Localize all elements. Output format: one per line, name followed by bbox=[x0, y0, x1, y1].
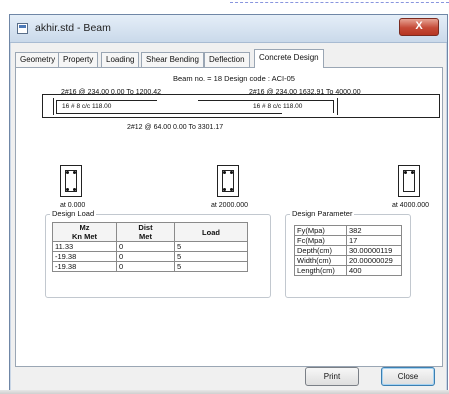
section-label-2000: at 2000.000 bbox=[211, 202, 248, 209]
cell-dist: 0 bbox=[116, 251, 175, 262]
section-at-4000 bbox=[398, 165, 420, 197]
param-name: Fy(Mpa) bbox=[294, 225, 347, 236]
title-bar: akhir.std - Beam X bbox=[10, 15, 447, 43]
taskbar-edge bbox=[0, 390, 449, 394]
cell-mz: 11.33 bbox=[52, 241, 117, 252]
beam-header: Beam no. = 18 Design code : ACI-05 bbox=[173, 74, 295, 83]
param-name: Depth(cm) bbox=[294, 245, 347, 256]
table-row: Fc(Mpa) 17 bbox=[294, 235, 402, 246]
table-row[interactable]: 11.33 0 5 bbox=[52, 241, 248, 252]
section-label-0: at 0.000 bbox=[60, 202, 86, 209]
table-row: Width(cm) 20.00000029 bbox=[294, 255, 402, 266]
window-title: akhir.std - Beam bbox=[35, 22, 111, 34]
table-row[interactable]: -19.38 0 5 bbox=[52, 251, 248, 262]
tab-shear-bending[interactable]: Shear Bending bbox=[141, 52, 204, 67]
table-row: Depth(cm) 30.00000119 bbox=[294, 245, 402, 256]
design-load-title: Design Load bbox=[50, 209, 97, 218]
table-row: Length(cm) 400 bbox=[294, 265, 402, 276]
app-icon bbox=[17, 23, 28, 34]
param-name: Length(cm) bbox=[294, 265, 347, 276]
cell-dist: 0 bbox=[116, 241, 175, 252]
stirrup-left-label: 16 # 8 c/c 118.00 bbox=[62, 103, 112, 110]
cell-load: 5 bbox=[174, 241, 248, 252]
design-parameter-title: Design Parameter bbox=[290, 209, 355, 218]
cell-load: 5 bbox=[174, 261, 248, 272]
tab-deflection[interactable]: Deflection bbox=[204, 52, 250, 67]
header-mz: Mz Kn Met bbox=[52, 222, 117, 242]
table-row[interactable]: -19.38 0 5 bbox=[52, 261, 248, 272]
close-button[interactable]: Close bbox=[381, 367, 435, 386]
param-name: Width(cm) bbox=[294, 255, 347, 266]
window-close-button[interactable]: X bbox=[399, 18, 439, 36]
section-at-0 bbox=[60, 165, 82, 197]
tab-property[interactable]: Property bbox=[58, 52, 99, 67]
tab-concrete-design[interactable]: Concrete Design bbox=[254, 49, 324, 68]
section-label-4000: at 4000.000 bbox=[392, 202, 429, 209]
table-row: Fy(Mpa) 382 bbox=[294, 225, 402, 236]
cell-load: 5 bbox=[174, 251, 248, 262]
tab-geometry[interactable]: Geometry bbox=[15, 52, 61, 67]
section-at-2000 bbox=[217, 165, 239, 197]
param-value[interactable]: 30.00000119 bbox=[346, 245, 402, 256]
tab-bar: Geometry Property Loading Shear Bending … bbox=[15, 49, 442, 68]
header-dist: Dist Met bbox=[116, 222, 175, 242]
bottom-bar-label: 2#12 @ 64.00 0.00 To 3301.17 bbox=[127, 124, 224, 131]
param-value[interactable]: 382 bbox=[346, 225, 402, 236]
background-decoration bbox=[230, 2, 449, 6]
param-value[interactable]: 400 bbox=[346, 265, 402, 276]
header-load: Load bbox=[174, 222, 248, 242]
tab-loading[interactable]: Loading bbox=[101, 52, 140, 67]
table-header-row: Mz Kn Met Dist Met Load bbox=[52, 222, 248, 242]
stirrup-right-label: 16 # 8 c/c 118.00 bbox=[253, 103, 303, 110]
param-value[interactable]: 20.00000029 bbox=[346, 255, 402, 266]
cell-mz: -19.38 bbox=[52, 251, 117, 262]
cell-dist: 0 bbox=[116, 261, 175, 272]
param-name: Fc(Mpa) bbox=[294, 235, 347, 246]
design-parameter-table: Fy(Mpa) 382 Fc(Mpa) 17 Depth(cm) 30.0000… bbox=[294, 225, 402, 276]
cell-mz: -19.38 bbox=[52, 261, 117, 272]
design-load-table: Mz Kn Met Dist Met Load 11.33 0 5 -19.38… bbox=[52, 222, 248, 272]
param-value[interactable]: 17 bbox=[346, 235, 402, 246]
print-button[interactable]: Print bbox=[305, 367, 359, 386]
